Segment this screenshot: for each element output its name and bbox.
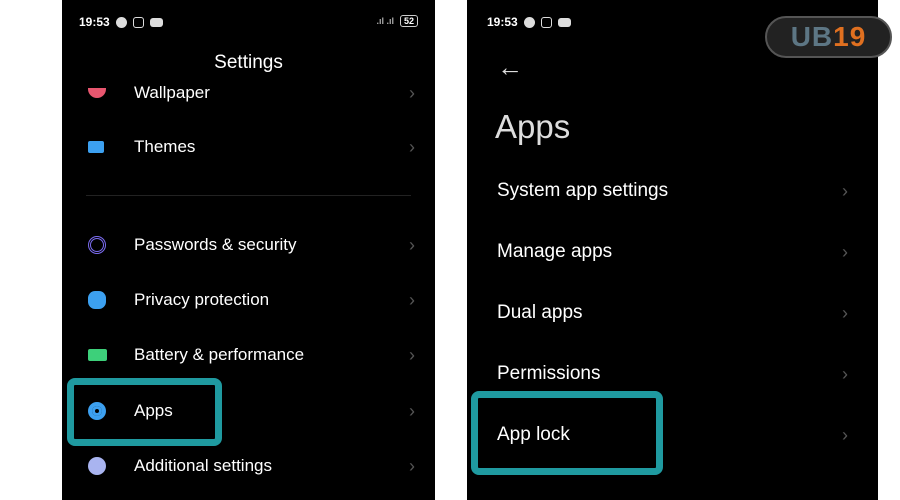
- ub19-logo: UB 19: [765, 16, 892, 58]
- privacy-shield-icon: [88, 291, 106, 309]
- signal-icon: .ıl .ıl: [376, 16, 394, 26]
- chevron-right-icon: ›: [409, 136, 415, 157]
- settings-item-additional-settings[interactable]: Additional settings ›: [62, 446, 435, 486]
- chevron-right-icon: ›: [409, 344, 415, 365]
- youtube-icon: [557, 17, 571, 27]
- settings-screen: 19:53 .ıl .ıl 52 Settings Wallpaper › The…: [62, 0, 435, 500]
- apps-item-dual-apps[interactable]: Dual apps ›: [467, 293, 878, 333]
- chevron-right-icon: ›: [842, 241, 848, 262]
- status-bar: 19:53: [79, 15, 163, 29]
- apps-item-manage-apps[interactable]: Manage apps ›: [467, 232, 878, 272]
- instagram-icon: [132, 16, 144, 28]
- apps-screen: 19:53 ← Apps System app settings › Manage…: [467, 0, 878, 500]
- more-icon: [88, 457, 106, 475]
- battery-icon: [88, 349, 107, 361]
- highlight-box-apps: [67, 378, 222, 446]
- chevron-right-icon: ›: [409, 289, 415, 310]
- battery-indicator: 52: [399, 15, 418, 27]
- divider: [86, 195, 411, 196]
- page-title: Apps: [495, 108, 571, 145]
- apps-item-permissions[interactable]: Permissions ›: [467, 354, 878, 394]
- football-icon: [115, 16, 127, 28]
- status-bar: 19:53: [487, 15, 571, 29]
- chevron-right-icon: ›: [842, 302, 848, 323]
- chevron-right-icon: ›: [842, 180, 848, 201]
- settings-item-privacy-protection[interactable]: Privacy protection ›: [62, 280, 435, 320]
- fingerprint-icon: [88, 236, 106, 254]
- football-icon: [523, 16, 535, 28]
- instagram-icon: [540, 16, 552, 28]
- themes-icon: [88, 141, 104, 153]
- chevron-right-icon: ›: [409, 234, 415, 255]
- settings-item-battery-performance[interactable]: Battery & performance ›: [62, 335, 435, 375]
- youtube-icon: [149, 17, 163, 27]
- chevron-right-icon: ›: [842, 363, 848, 384]
- settings-item-wallpaper[interactable]: Wallpaper ›: [62, 73, 435, 113]
- chevron-right-icon: ›: [409, 400, 415, 421]
- settings-item-passwords-security[interactable]: Passwords & security ›: [62, 225, 435, 265]
- status-time: 19:53: [487, 15, 518, 29]
- apps-item-system-app-settings[interactable]: System app settings ›: [467, 171, 878, 211]
- settings-item-themes[interactable]: Themes ›: [62, 127, 435, 167]
- page-title: Settings: [214, 52, 283, 73]
- chevron-right-icon: ›: [409, 82, 415, 103]
- status-time: 19:53: [79, 15, 110, 29]
- chevron-right-icon: ›: [409, 455, 415, 476]
- highlight-box-app-lock: [471, 391, 663, 475]
- wallpaper-icon: [88, 88, 106, 98]
- chevron-right-icon: ›: [842, 424, 848, 445]
- back-arrow-icon[interactable]: ←: [497, 52, 523, 83]
